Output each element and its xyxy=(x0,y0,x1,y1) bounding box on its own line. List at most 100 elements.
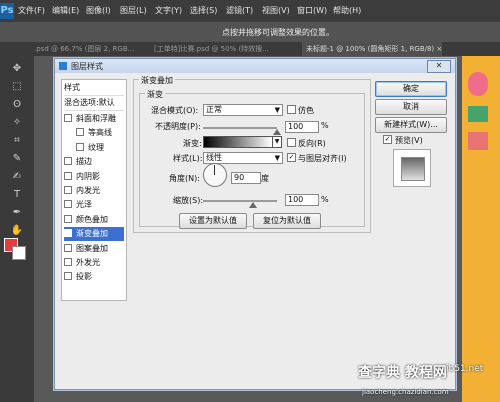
toolbox: ✥ ⬚ ʘ ✧ ⌗ ✎ ✍ T ✒ ✋ xyxy=(0,56,34,402)
style-item[interactable]: 内阴影 xyxy=(64,170,124,184)
style-item[interactable]: 光泽 xyxy=(64,198,124,212)
menu-type[interactable]: 文字(Y) xyxy=(155,5,182,16)
angle-dial-needle xyxy=(214,165,215,175)
style-item-label: 等高线 xyxy=(88,128,112,138)
marquee-tool-icon[interactable]: ⬚ xyxy=(10,80,24,94)
style-item-label: 光泽 xyxy=(76,200,92,210)
style-item[interactable]: 内发光 xyxy=(64,184,124,198)
set-default-button[interactable]: 设置为默认值 xyxy=(179,213,247,229)
menubar: Ps 文件(F) 编辑(E) 图像(I) 图层(L) 文字(Y) 选择(S) 滤… xyxy=(0,0,500,22)
style-item[interactable]: 投影 xyxy=(64,270,124,284)
style-item-label: 外发光 xyxy=(76,258,100,267)
eyedropper-icon[interactable]: ✎ xyxy=(10,152,24,166)
photoshop-app-icon xyxy=(59,62,67,70)
style-item[interactable]: 等高线 xyxy=(76,126,136,140)
move-tool-icon[interactable]: ✥ xyxy=(10,62,24,76)
style-item-checkbox[interactable] xyxy=(64,200,72,209)
hand-tool-icon[interactable]: ✋ xyxy=(10,224,24,238)
style-item-checkbox[interactable] xyxy=(64,186,72,194)
angle-unit: 度 xyxy=(261,174,269,183)
opacity-slider[interactable] xyxy=(203,127,277,129)
scale-input[interactable]: 100 xyxy=(285,194,319,206)
align-with-layer-checkbox[interactable]: ✓ xyxy=(287,153,296,162)
style-item-label: 颜色叠加 xyxy=(76,214,108,224)
menu-filter[interactable]: 滤镜(T) xyxy=(226,5,253,16)
blend-mode-select[interactable]: 正常 ▼ xyxy=(203,104,283,116)
menu-help[interactable]: 帮助(H) xyxy=(333,5,361,16)
style-list: 样式 混合选项:默认 斜面和浮雕等高线纹理描边内阴影 内发光光泽颜色叠加渐变叠加图… xyxy=(61,79,127,301)
gradient-picker[interactable] xyxy=(203,136,273,148)
style-item-checkbox[interactable] xyxy=(64,272,72,281)
menu-select[interactable]: 选择(S) xyxy=(190,5,217,16)
opacity-slider-thumb[interactable] xyxy=(273,129,281,135)
panel-title: 渐变叠加 xyxy=(139,75,175,86)
style-item[interactable]: 渐变叠加 xyxy=(64,227,124,242)
doc-tab-2[interactable]: [工单特]比赛.psd @ 50% (特效搜... xyxy=(150,42,269,56)
style-item-label: 图案叠加 xyxy=(76,243,108,253)
side-image-strip xyxy=(462,56,500,402)
scale-slider-thumb[interactable] xyxy=(248,202,257,208)
style-item[interactable]: 纹理 xyxy=(76,141,136,155)
style-item-checkbox[interactable] xyxy=(76,142,84,151)
style-item[interactable]: 图案叠加 xyxy=(64,242,124,256)
menu-file[interactable]: 文件(F) xyxy=(18,5,45,16)
style-item-checkbox[interactable] xyxy=(64,171,72,180)
dither-checkbox[interactable] xyxy=(287,105,296,114)
menu-window[interactable]: 窗口(W) xyxy=(297,5,327,16)
gradient-dropdown-icon[interactable]: ▼ xyxy=(272,136,282,148)
cancel-button[interactable]: 取消 xyxy=(375,99,447,115)
style-item-label: 投影 xyxy=(76,272,92,282)
style-item-checkbox[interactable] xyxy=(64,258,72,266)
thumbnail xyxy=(468,132,488,150)
align-with-layer-label: 与图层对齐(I) xyxy=(298,154,347,163)
style-item-checkbox[interactable] xyxy=(64,214,72,223)
gradient-label: 渐变: xyxy=(183,139,202,148)
preview-frame xyxy=(393,149,431,187)
style-item-checkbox[interactable] xyxy=(64,114,72,122)
doc-tab-1[interactable]: .psd @ 66.7% (图层 2, RGB... xyxy=(30,42,134,56)
thumbnail xyxy=(468,106,488,122)
blending-options[interactable]: 混合选项:默认 xyxy=(64,96,124,110)
subgroup-title: 渐变 xyxy=(145,89,165,100)
magic-wand-icon[interactable]: ✧ xyxy=(10,116,24,130)
style-item[interactable]: 颜色叠加 xyxy=(64,213,124,227)
style-item[interactable]: 外发光 xyxy=(64,256,124,270)
scale-slider[interactable] xyxy=(203,200,277,202)
doc-tab-active[interactable]: 未标题-1 @ 100% (圆角矩形 1, RGB/8) × xyxy=(302,42,443,56)
scale-unit: % xyxy=(321,195,329,204)
style-item-checkbox[interactable] xyxy=(76,128,84,137)
new-style-button[interactable]: 新建样式(W)... xyxy=(375,117,447,133)
angle-input[interactable]: 90 xyxy=(231,172,261,184)
style-item[interactable]: 描边 xyxy=(64,155,124,169)
watermark-url: jiaocheng.chazidian.com xyxy=(362,388,449,396)
style-item-label: 描边 xyxy=(76,157,92,167)
style-item-checkbox[interactable] xyxy=(64,243,72,252)
reverse-checkbox[interactable] xyxy=(287,138,296,147)
style-item[interactable]: 斜面和浮雕 xyxy=(64,112,124,126)
menu-layer[interactable]: 图层(L) xyxy=(120,5,147,16)
opacity-input[interactable]: 100 xyxy=(285,121,319,133)
style-item-checkbox[interactable] xyxy=(64,157,72,166)
reset-default-button[interactable]: 复位为默认值 xyxy=(253,213,321,229)
ok-button[interactable]: 确定 xyxy=(375,81,447,97)
menu-edit[interactable]: 编辑(E) xyxy=(52,5,79,16)
close-button[interactable]: ✕ xyxy=(427,60,451,73)
style-item-label: 渐变叠加 xyxy=(76,229,108,239)
pen-tool-icon[interactable]: ✒ xyxy=(10,206,24,220)
crop-tool-icon[interactable]: ⌗ xyxy=(10,134,24,148)
type-tool-icon[interactable]: T xyxy=(10,188,24,202)
avatar xyxy=(468,72,488,96)
brush-tool-icon[interactable]: ✍ xyxy=(10,170,24,184)
preview-checkbox[interactable]: ✓ xyxy=(383,135,392,144)
watermark-title: 查字典 教程网 xyxy=(358,365,447,381)
styles-header[interactable]: 样式 xyxy=(64,81,124,95)
reverse-label: 反向(R) xyxy=(298,139,326,148)
style-item-checkbox[interactable] xyxy=(64,229,72,238)
lasso-tool-icon[interactable]: ʘ xyxy=(10,98,24,112)
style-item-label: 纹理 xyxy=(88,142,104,152)
menu-image[interactable]: 图像(I) xyxy=(86,5,111,16)
dither-label: 仿色 xyxy=(298,106,314,115)
menu-view[interactable]: 视图(V) xyxy=(262,5,290,16)
angle-dial[interactable] xyxy=(203,163,227,187)
background-color-swatch[interactable] xyxy=(12,246,26,260)
